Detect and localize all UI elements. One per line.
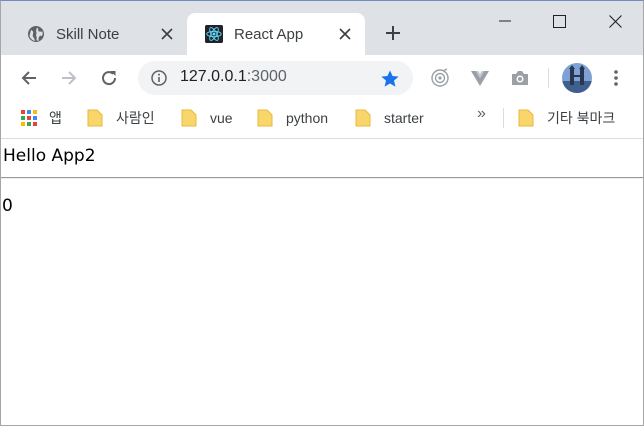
bookmark-label: 사람인 bbox=[116, 110, 155, 126]
folder-icon bbox=[257, 109, 273, 127]
horizontal-rule bbox=[1, 177, 643, 179]
target-extension-icon[interactable] bbox=[428, 66, 452, 90]
vue-devtools-icon[interactable] bbox=[468, 66, 492, 90]
tab-skill-note[interactable]: Skill Note bbox=[9, 13, 187, 55]
reload-button[interactable] bbox=[95, 64, 123, 92]
tab-strip: Skill Note React App bbox=[1, 1, 643, 55]
counter-value: 0 bbox=[2, 196, 13, 216]
toolbar-divider bbox=[548, 68, 549, 88]
bookmarks-overflow-button[interactable]: » bbox=[477, 105, 486, 123]
bookmark-folder[interactable]: starter bbox=[355, 107, 424, 129]
url-text[interactable]: 127.0.0.1:3000 bbox=[180, 68, 287, 86]
bookmark-folder[interactable]: python bbox=[257, 107, 328, 129]
bookmark-apps[interactable]: 앱 bbox=[21, 107, 62, 129]
react-logo-icon bbox=[205, 25, 223, 43]
tab-react-app[interactable]: React App bbox=[187, 13, 365, 55]
close-icon[interactable] bbox=[335, 24, 355, 44]
folder-icon bbox=[518, 109, 534, 127]
folder-icon bbox=[355, 109, 371, 127]
page-content: Hello App2 0 bbox=[1, 139, 643, 425]
bookmark-folder[interactable]: 사람인 bbox=[87, 107, 155, 129]
minimize-button[interactable] bbox=[477, 1, 533, 41]
arrow-left-icon bbox=[21, 71, 36, 85]
close-icon[interactable] bbox=[157, 24, 177, 44]
bookmark-label: starter bbox=[384, 110, 424, 126]
bookmark-label: 기타 북마크 bbox=[547, 110, 616, 126]
folder-icon bbox=[87, 109, 103, 127]
browser-window: Skill Note React App 127.0.0.1:3000 앱 사람… bbox=[0, 0, 644, 426]
bookmarks-divider bbox=[503, 108, 504, 128]
bookmark-label: python bbox=[286, 110, 329, 126]
page-heading: Hello App2 bbox=[3, 146, 96, 166]
profile-avatar[interactable] bbox=[562, 63, 592, 93]
arrow-right-icon bbox=[62, 71, 77, 85]
new-tab-button[interactable] bbox=[381, 21, 405, 45]
apps-grid-icon bbox=[21, 110, 37, 126]
info-icon[interactable] bbox=[150, 69, 168, 87]
globe-icon bbox=[27, 25, 45, 43]
bookmark-folder[interactable]: vue bbox=[181, 107, 233, 129]
star-icon[interactable] bbox=[379, 68, 401, 90]
camera-icon[interactable] bbox=[508, 66, 532, 90]
tab-title: React App bbox=[234, 25, 304, 43]
url-port: :3000 bbox=[246, 68, 287, 85]
reload-icon bbox=[102, 71, 117, 86]
window-close-button[interactable] bbox=[587, 1, 643, 41]
maximize-button[interactable] bbox=[531, 1, 587, 41]
folder-icon bbox=[181, 109, 197, 127]
bookmark-label: vue bbox=[210, 110, 233, 126]
browser-toolbar: 127.0.0.1:3000 bbox=[1, 55, 643, 101]
url-host: 127.0.0.1 bbox=[180, 68, 247, 85]
bookmarks-bar: 앱 사람인 vue python starter 기타 북마크 bbox=[1, 101, 643, 135]
menu-icon[interactable] bbox=[604, 66, 628, 90]
bookmark-other[interactable]: 기타 북마크 bbox=[518, 107, 615, 129]
forward-button[interactable] bbox=[55, 64, 83, 92]
close-icon bbox=[608, 14, 622, 28]
maximize-icon bbox=[552, 14, 566, 28]
minimize-icon bbox=[499, 20, 511, 22]
address-bar[interactable]: 127.0.0.1:3000 bbox=[138, 61, 413, 95]
plus-icon bbox=[386, 26, 400, 40]
tab-title: Skill Note bbox=[56, 25, 120, 43]
back-button[interactable] bbox=[15, 64, 43, 92]
bookmark-label: 앱 bbox=[49, 110, 62, 126]
